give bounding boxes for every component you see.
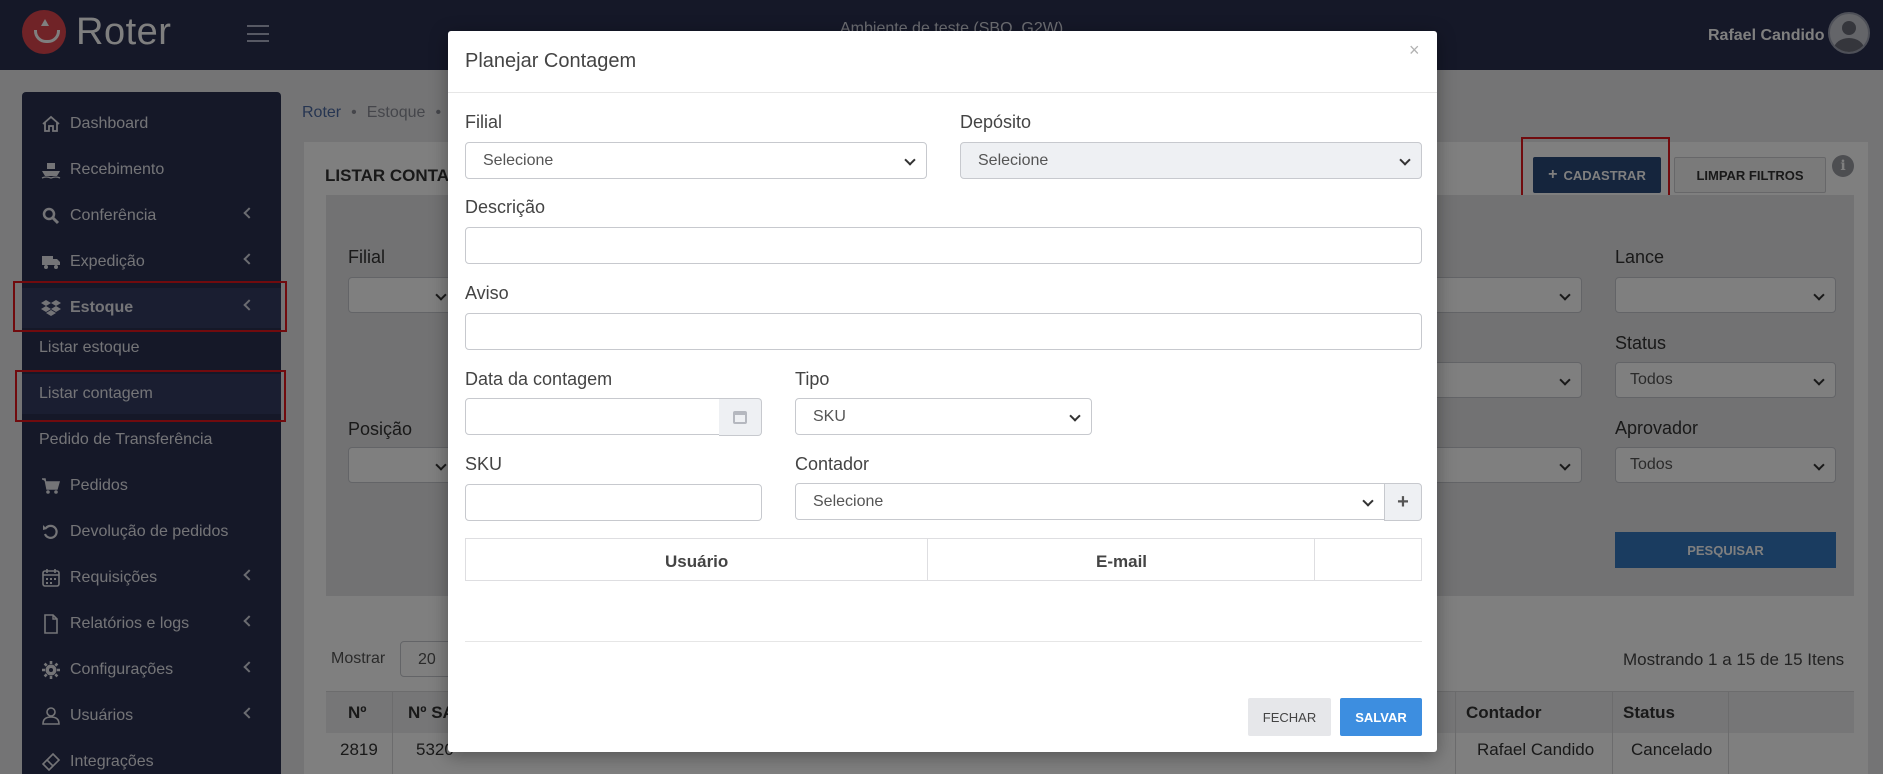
tipo-select[interactable]: SKU xyxy=(795,398,1092,435)
column-header-usuario: Usuário xyxy=(665,552,729,571)
planejar-contagem-modal xyxy=(448,31,1437,752)
sku-label: SKU xyxy=(465,454,503,474)
add-contador-button[interactable]: + xyxy=(1384,483,1422,521)
plus-icon: + xyxy=(1397,490,1409,513)
calendar-icon xyxy=(733,410,747,424)
descricao-label: Descrição xyxy=(465,197,546,217)
filial-select[interactable]: Selecione xyxy=(465,142,927,179)
modal-footer-divider xyxy=(465,641,1422,642)
table-divider xyxy=(927,538,928,581)
contador-select[interactable]: Selecione xyxy=(795,483,1385,520)
filial-label: Filial xyxy=(465,112,503,132)
sku-input[interactable] xyxy=(465,484,762,521)
data-contagem-label: Data da contagem xyxy=(465,369,613,389)
deposito-label: Depósito xyxy=(960,112,1032,132)
aviso-label: Aviso xyxy=(465,283,509,303)
date-picker-button[interactable] xyxy=(719,398,762,436)
tipo-label: Tipo xyxy=(795,369,830,389)
descricao-input[interactable] xyxy=(465,227,1422,264)
aviso-input[interactable] xyxy=(465,313,1422,350)
contadores-table xyxy=(465,538,1422,581)
close-icon[interactable]: × xyxy=(1409,40,1420,61)
modal-header-divider xyxy=(448,92,1437,93)
fechar-button[interactable]: FECHAR xyxy=(1248,698,1331,736)
modal-title: Planejar Contagem xyxy=(465,50,637,72)
column-header-email: E-mail xyxy=(1096,552,1148,571)
deposito-select[interactable]: Selecione xyxy=(960,142,1422,179)
table-divider xyxy=(1314,538,1315,581)
contador-label: Contador xyxy=(795,454,870,474)
data-contagem-input[interactable] xyxy=(465,398,720,435)
salvar-button[interactable]: SALVAR xyxy=(1340,698,1422,736)
